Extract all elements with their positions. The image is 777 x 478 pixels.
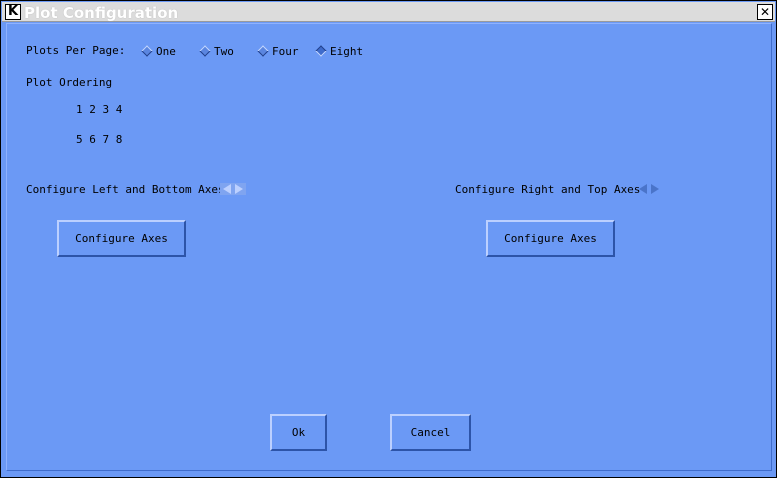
radio-eight-label: Eight xyxy=(330,44,364,58)
window-title: Plot Configuration xyxy=(24,4,179,22)
radio-one[interactable]: One xyxy=(141,44,176,58)
radio-four-icon[interactable] xyxy=(257,45,269,57)
radio-one-label: One xyxy=(156,44,176,58)
left-arrow-icon[interactable] xyxy=(223,184,231,194)
plots-per-page-label: Plots Per Page: xyxy=(26,44,126,57)
radio-one-icon[interactable] xyxy=(141,45,153,57)
left-arrow-icon[interactable] xyxy=(639,184,647,194)
radio-eight[interactable]: Eight xyxy=(315,44,363,58)
plot-ordering-label: Plot Ordering xyxy=(26,76,113,89)
app-k-icon[interactable]: K xyxy=(5,4,21,20)
radio-two[interactable]: Two xyxy=(199,44,234,58)
right-arrow-icon[interactable] xyxy=(235,184,243,194)
radio-two-label: Two xyxy=(214,44,234,58)
plot-configuration-window: K Plot Configuration ✕ Plots Per Page: O… xyxy=(0,0,777,478)
left-bottom-arrow-toggle[interactable] xyxy=(220,183,246,195)
radio-two-icon[interactable] xyxy=(199,45,211,57)
left-bottom-axes-label: Configure Left and Bottom Axes xyxy=(26,183,225,196)
plot-ordering-row-2: 5 6 7 8 xyxy=(76,133,123,146)
plot-ordering-row-1: 1 2 3 4 xyxy=(76,103,123,116)
right-top-arrow-toggle[interactable] xyxy=(636,183,662,195)
radio-eight-icon[interactable] xyxy=(315,45,327,57)
close-icon[interactable]: ✕ xyxy=(757,4,773,20)
configure-right-top-axes-button[interactable]: Configure Axes xyxy=(486,220,615,257)
right-arrow-icon[interactable] xyxy=(651,184,659,194)
right-top-axes-label: Configure Right and Top Axes xyxy=(455,183,641,196)
cancel-button[interactable]: Cancel xyxy=(390,414,471,451)
ok-button[interactable]: Ok xyxy=(270,414,327,451)
dialog-content: Plots Per Page: One Two Four Eight Plot … xyxy=(6,23,772,471)
radio-four[interactable]: Four xyxy=(257,44,299,58)
title-bar[interactable]: K Plot Configuration ✕ xyxy=(2,2,775,22)
configure-left-bottom-axes-button[interactable]: Configure Axes xyxy=(57,220,186,257)
radio-four-label: Four xyxy=(272,44,299,58)
